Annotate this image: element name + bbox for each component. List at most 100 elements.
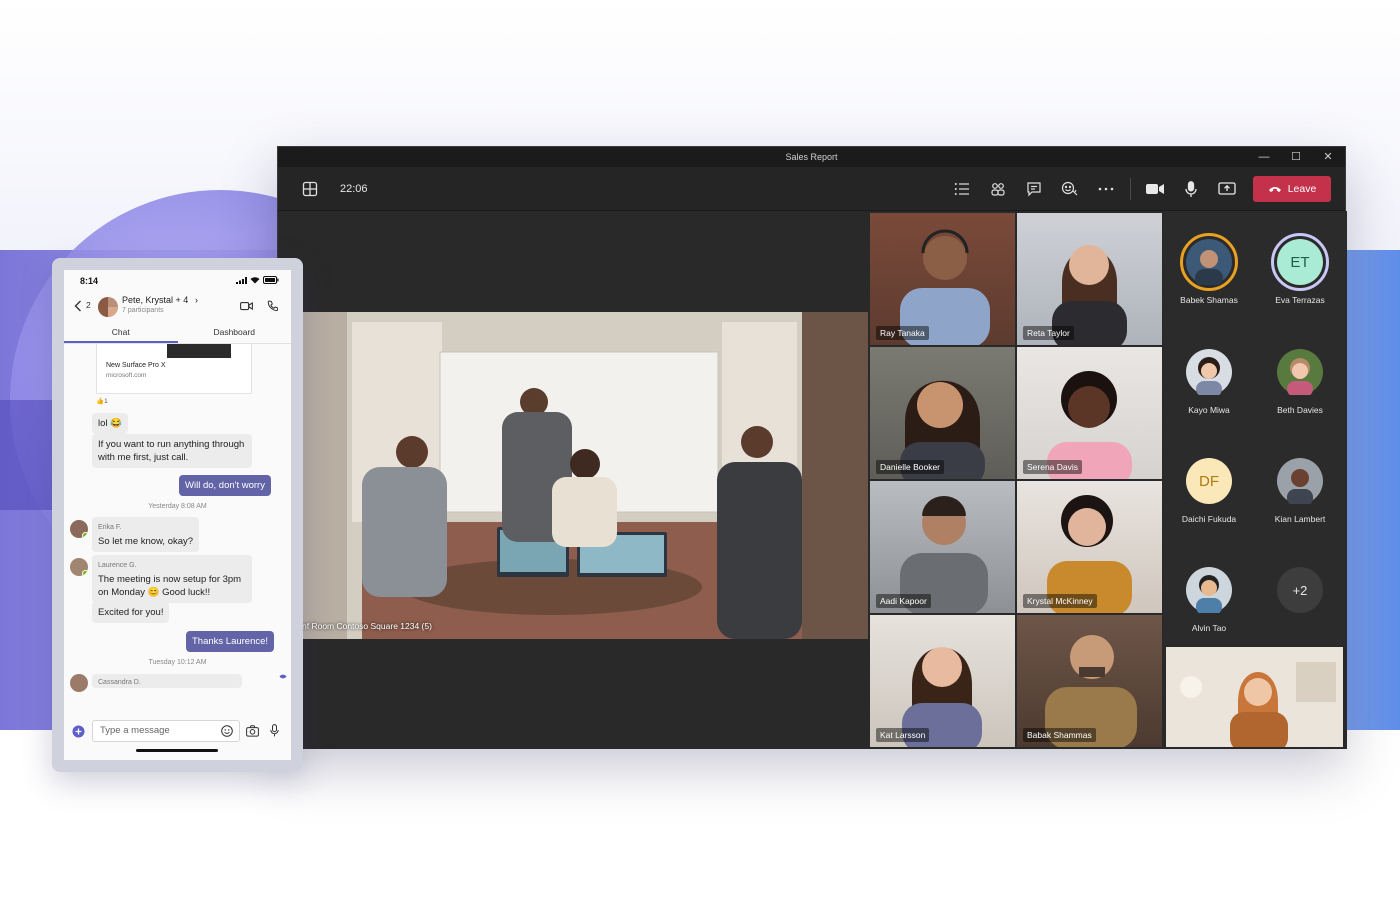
minimize-button[interactable]: —	[1257, 147, 1271, 167]
emoji-icon[interactable]	[221, 725, 233, 737]
chat-subtitle: 7 participants	[122, 307, 164, 314]
presence-dot	[82, 570, 88, 576]
chat-icon[interactable]	[1016, 167, 1052, 211]
participant-roster: Babek Shamas ET Eva Terrazas Kayo Miwa B…	[1164, 211, 1346, 645]
avatar	[1186, 349, 1232, 395]
signal-icon	[236, 276, 247, 284]
back-count: 2	[86, 300, 91, 310]
participant-tile[interactable]: Ray Tanaka	[870, 213, 1015, 345]
message-bubble-sent: Thanks Laurence!	[186, 631, 275, 652]
conference-room-photo	[302, 312, 868, 639]
participant-tile[interactable]: Reta Taylor	[1017, 213, 1162, 345]
grid-layout-icon[interactable]	[302, 181, 318, 197]
chat-tabs: Chat Dashboard	[64, 324, 291, 344]
window-title: Sales Report	[785, 152, 838, 162]
avatar	[1277, 349, 1323, 395]
message-text: The meeting is now setup for 3pm on Mond…	[98, 574, 242, 598]
wifi-icon	[250, 277, 260, 284]
microphone-icon[interactable]	[1173, 167, 1209, 211]
message-bubble: Erika F. So let me know, okay?	[92, 517, 200, 552]
chat-header: 2 Pete, Krystal + 4 › 7 participants	[64, 292, 291, 324]
link-domain: microsoft.com	[106, 372, 147, 379]
main-video-feed[interactable]: nf Room Contoso Square 1234 (5)	[302, 312, 868, 639]
participant-grid: Ray Tanaka Reta Taylor Danielle Booker S…	[870, 213, 1163, 747]
title-chevron-icon[interactable]: ›	[195, 295, 198, 305]
tab-chat[interactable]: Chat	[64, 324, 178, 343]
teams-meeting-window: Sales Report — ☐ ✕ 22:06 Leave nf Room C…	[277, 146, 1347, 749]
group-avatar	[98, 297, 118, 317]
people-icon[interactable]	[980, 167, 1016, 211]
avatar-ring: +2	[1271, 561, 1329, 619]
reactions-icon[interactable]	[1052, 167, 1088, 211]
read-receipt-icon	[279, 674, 287, 679]
self-view-video[interactable]	[1166, 647, 1343, 747]
main-video-caption: nf Room Contoso Square 1234 (5)	[302, 621, 432, 631]
avatar	[1186, 567, 1232, 613]
avatar-ring: DF	[1180, 452, 1238, 510]
message-text: If you want to run anything through with…	[98, 439, 245, 463]
close-button[interactable]: ✕	[1321, 147, 1335, 167]
back-chevron-icon[interactable]	[74, 300, 82, 312]
tab-dashboard[interactable]: Dashboard	[178, 324, 292, 343]
mobile-device: 8:14 2 Pete, Krystal + 4 › 7 participant…	[52, 258, 303, 772]
avatar-initials: ET	[1277, 239, 1323, 285]
roster-participant[interactable]: ET Eva Terrazas	[1255, 233, 1345, 305]
sender-avatar	[70, 520, 88, 538]
participant-tile[interactable]: Serena Davis	[1017, 347, 1162, 479]
message-bubble: lol 😂	[92, 413, 128, 434]
message-text: Excited for you!	[98, 607, 164, 618]
roster-participant[interactable]: Alvin Tao	[1164, 561, 1254, 633]
sender-avatar	[70, 558, 88, 576]
message-bubble: Cassandra D.	[92, 674, 242, 688]
link-preview-card[interactable]: New Surface Pro X microsoft.com	[96, 344, 252, 394]
message-input[interactable]: Type a message	[92, 720, 240, 742]
roster-name: Kian Lambert	[1274, 514, 1326, 524]
meeting-toolbar: 22:06 Leave	[278, 167, 1345, 211]
message-bubble: If you want to run anything through with…	[92, 434, 252, 468]
participant-name: Serena Davis	[1023, 460, 1083, 474]
message-bubble: Laurence G. The meeting is now setup for…	[92, 555, 252, 603]
message-text: So let me know, okay?	[98, 536, 194, 547]
battery-icon	[263, 276, 279, 284]
roster-participant[interactable]: Beth Davies	[1255, 343, 1345, 415]
maximize-button[interactable]: ☐	[1289, 147, 1303, 167]
share-screen-icon[interactable]	[1209, 167, 1245, 211]
leave-button[interactable]: Leave	[1253, 176, 1331, 202]
video-call-icon[interactable]	[240, 301, 253, 311]
camera-icon[interactable]	[1137, 167, 1173, 211]
participant-name: Reta Taylor	[1023, 326, 1074, 340]
chat-title[interactable]: Pete, Krystal + 4	[122, 295, 188, 305]
reaction-count[interactable]: 👍1	[96, 397, 108, 405]
sender-name: Laurence G.	[98, 562, 137, 569]
voice-message-icon[interactable]	[270, 724, 279, 737]
more-options-icon[interactable]	[1088, 167, 1124, 211]
self-view-photo	[1166, 647, 1343, 747]
avatar	[1186, 239, 1232, 285]
participant-tile[interactable]: Aadi Kapoor	[870, 481, 1015, 613]
mobile-screen: 8:14 2 Pete, Krystal + 4 › 7 participant…	[64, 270, 291, 760]
camera-capture-icon[interactable]	[246, 725, 259, 737]
roster-participant[interactable]: DF Daichi Fukuda	[1164, 452, 1254, 524]
roster-participant[interactable]: Kayo Miwa	[1164, 343, 1254, 415]
roster-participant[interactable]: Kian Lambert	[1255, 452, 1345, 524]
participant-tile[interactable]: Kat Larsson	[870, 615, 1015, 747]
participant-name: Kat Larsson	[876, 728, 930, 742]
participant-tile[interactable]: Krystal McKinney	[1017, 481, 1162, 613]
message-input-placeholder: Type a message	[100, 725, 170, 736]
more-participants-button[interactable]: +2	[1255, 561, 1345, 619]
phone-hangup-icon	[1268, 187, 1281, 192]
participant-tile[interactable]: Babak Shammas	[1017, 615, 1162, 747]
audio-call-icon[interactable]	[267, 300, 278, 312]
roster-participant[interactable]: Babek Shamas	[1164, 233, 1254, 305]
add-icon[interactable]	[72, 725, 85, 738]
participants-list-icon[interactable]	[944, 167, 980, 211]
message-bubble: Excited for you!	[92, 602, 170, 623]
meeting-timer: 22:06	[340, 183, 368, 195]
participant-name: Danielle Booker	[876, 460, 945, 474]
timestamp: Yesterday 8:08 AM	[148, 503, 207, 510]
compose-bar: Type a message	[64, 716, 291, 746]
message-bubble-sent: Will do, don't worry	[179, 475, 271, 496]
status-bar: 8:14	[64, 270, 291, 292]
participant-tile[interactable]: Danielle Booker	[870, 347, 1015, 479]
speaking-ring	[1180, 233, 1238, 291]
